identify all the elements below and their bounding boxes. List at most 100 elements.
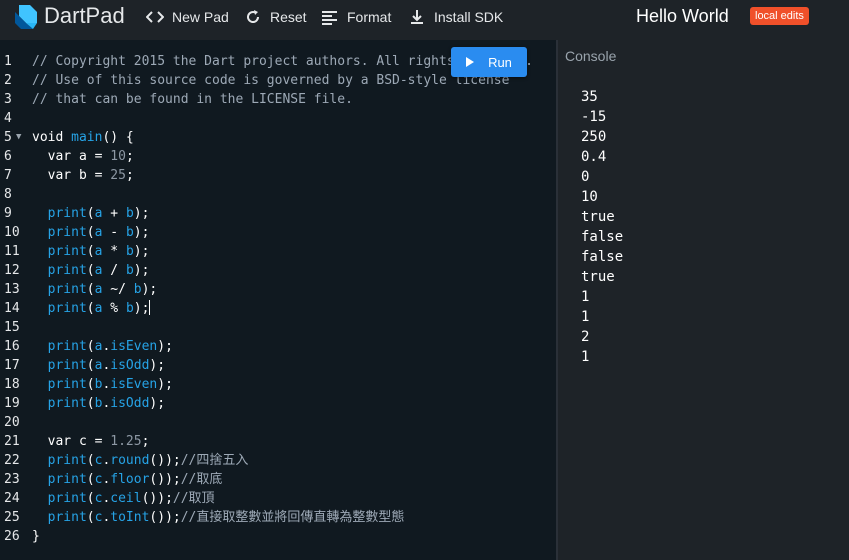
code-line[interactable]: 4 xyxy=(0,109,556,128)
run-button[interactable]: Run xyxy=(451,47,527,77)
code-token: var xyxy=(32,168,79,183)
code-token: print xyxy=(32,244,87,259)
line-content: } xyxy=(32,527,40,546)
line-number: 1 xyxy=(4,54,12,69)
code-token: = xyxy=(86,168,111,183)
line-content: print(a + b); xyxy=(32,204,150,223)
reset-button[interactable]: Reset xyxy=(244,7,307,27)
code-token: ()); xyxy=(141,491,173,506)
code-token: print xyxy=(32,358,87,373)
line-number: 18 xyxy=(4,377,20,392)
line-number: 21 xyxy=(4,434,20,449)
format-button[interactable]: Format xyxy=(321,7,391,27)
code-token: ; xyxy=(125,168,134,183)
code-token: () { xyxy=(102,130,134,145)
console-line: 0 xyxy=(581,169,590,185)
install-sdk-button[interactable]: Install SDK xyxy=(408,7,503,27)
code-token: ( xyxy=(86,510,95,525)
pad-title[interactable]: Hello World xyxy=(636,5,729,27)
code-token: print xyxy=(32,225,87,240)
code-token: print xyxy=(32,491,87,506)
console-line: 1 xyxy=(581,309,590,325)
code-line[interactable]: 7 var b = 25; xyxy=(0,166,556,185)
code-lines[interactable]: 1// Copyright 2015 the Dart project auth… xyxy=(0,52,556,546)
console-line: 0.4 xyxy=(581,149,607,165)
line-number: 9 xyxy=(4,206,12,221)
code-token: // Use of this source code is governed b… xyxy=(32,73,510,88)
code-line[interactable]: 22 print(c.round());//四捨五入 xyxy=(0,451,556,470)
install-sdk-label: Install SDK xyxy=(434,9,504,25)
code-token: toInt xyxy=(110,510,150,525)
console-line: 1 xyxy=(581,349,590,365)
code-token: + xyxy=(102,206,126,221)
code-token: / xyxy=(102,263,126,278)
code-token: void xyxy=(32,130,72,145)
code-line[interactable]: 25 print(c.toInt());//直接取整數並將回傳直轉為整數型態 xyxy=(0,508,556,527)
download-icon xyxy=(411,10,423,24)
code-line[interactable]: 9 print(a + b); xyxy=(0,204,556,223)
brand-name: DartPad xyxy=(44,3,125,28)
fold-arrow-icon[interactable]: ▼ xyxy=(16,128,21,147)
code-token: c xyxy=(78,434,87,449)
code-line[interactable]: 18 print(b.isEven); xyxy=(0,375,556,394)
line-number: 6 xyxy=(4,149,12,164)
line-content: print(a - b); xyxy=(32,223,150,242)
code-line[interactable]: 23 print(c.floor());//取底 xyxy=(0,470,556,489)
code-token: b xyxy=(125,263,134,278)
code-token: a xyxy=(78,149,87,164)
line-content: print(c.ceil());//取頂 xyxy=(32,489,215,508)
code-line[interactable]: 19 print(b.isOdd); xyxy=(0,394,556,413)
code-line[interactable]: 5 ▼ void main() { xyxy=(0,128,556,147)
line-number: 23 xyxy=(4,472,20,487)
line-content: print(a * b); xyxy=(32,242,150,261)
code-line[interactable]: 14 print(a % b); xyxy=(0,299,556,318)
code-line[interactable]: 20 xyxy=(0,413,556,432)
code-line[interactable]: 24 print(c.ceil());//取頂 xyxy=(0,489,556,508)
code-line[interactable]: 13 print(a ~/ b); xyxy=(0,280,556,299)
code-token: % xyxy=(102,301,126,316)
code-line[interactable]: 12 print(a / b); xyxy=(0,261,556,280)
code-token: ); xyxy=(149,358,166,373)
code-token: ( xyxy=(86,491,95,506)
local-edits-badge: local edits xyxy=(750,7,809,25)
code-line[interactable]: 16 print(a.isEven); xyxy=(0,337,556,356)
line-content: var c = 1.25; xyxy=(32,432,150,451)
console-line: true xyxy=(581,269,615,285)
code-line[interactable]: 3 // that can be found in the LICENSE fil… xyxy=(0,90,556,109)
code-token: print xyxy=(32,206,87,221)
code-token: 1.25 xyxy=(110,434,142,449)
line-number: 4 xyxy=(4,111,12,126)
console-line: 250 xyxy=(581,129,607,145)
line-number: 7 xyxy=(4,168,12,183)
console-line: 10 xyxy=(581,189,598,205)
line-number: 13 xyxy=(4,282,20,297)
console-line: false xyxy=(581,249,624,265)
line-content: print(b.isOdd); xyxy=(32,394,165,413)
line-number: 17 xyxy=(4,358,20,373)
code-line[interactable]: 21 var c = 1.25; xyxy=(0,432,556,451)
code-line[interactable]: 11 print(a * b); xyxy=(0,242,556,261)
line-number: 8 xyxy=(4,187,12,202)
code-token: ; xyxy=(125,149,134,164)
code-token: ( xyxy=(86,339,95,354)
code-editor[interactable]: 1// Copyright 2015 the Dart project auth… xyxy=(0,40,556,560)
code-line[interactable]: 26} xyxy=(0,527,556,546)
code-token: ); xyxy=(133,244,150,259)
play-icon xyxy=(466,57,475,67)
code-token: ( xyxy=(86,472,95,487)
code-token: ~/ xyxy=(102,282,134,297)
code-token: 25 xyxy=(110,168,126,183)
console-line: false xyxy=(581,229,624,245)
code-line[interactable]: 8 xyxy=(0,185,556,204)
new-pad-button[interactable]: New Pad xyxy=(146,7,229,27)
code-line[interactable]: 15 xyxy=(0,318,556,337)
line-number: 19 xyxy=(4,396,20,411)
code-line[interactable]: 10 print(a - b); xyxy=(0,223,556,242)
code-line[interactable]: 17 print(a.isOdd); xyxy=(0,356,556,375)
code-token: var xyxy=(32,434,79,449)
line-number: 16 xyxy=(4,339,20,354)
code-token: //取頂 xyxy=(172,491,215,506)
console-line: true xyxy=(581,209,615,225)
code-token: //四捨五入 xyxy=(180,453,249,468)
code-line[interactable]: 6 var a = 10; xyxy=(0,147,556,166)
